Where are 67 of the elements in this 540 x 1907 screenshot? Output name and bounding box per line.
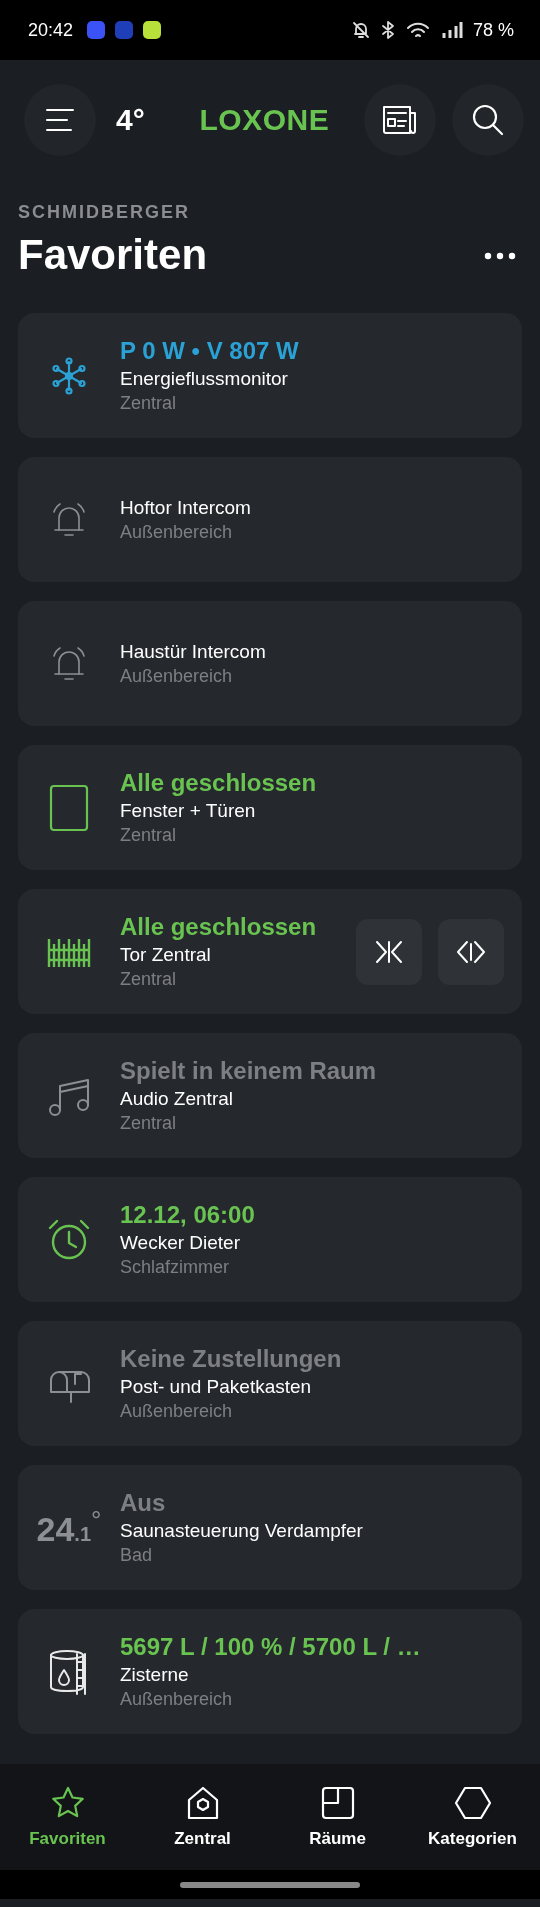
room-name: Zentral	[120, 393, 178, 414]
app-notification-icon	[87, 21, 106, 39]
favorite-card[interactable]: Hoftor Intercom Außenbereich	[18, 457, 522, 582]
open-arrows-icon	[456, 938, 486, 965]
device-name: Energieflussmonitor	[120, 368, 289, 390]
close-arrows-icon	[374, 938, 404, 965]
wifi-icon	[404, 20, 431, 40]
nav-tab[interactable]: Kategorien	[405, 1764, 540, 1870]
more-icon	[484, 251, 516, 260]
newspaper-icon	[382, 105, 418, 135]
favorite-card[interactable]: Haustür Intercom Außenbereich	[18, 601, 522, 726]
room-name: Zentral	[120, 969, 178, 990]
room-name: Schlafzimmer	[120, 1257, 231, 1278]
app-notification-icon	[115, 21, 134, 39]
outdoor-temperature: 4°	[116, 103, 145, 137]
page-title: Favoriten	[18, 231, 208, 279]
device-name: Saunasteuerung Verdampfer	[120, 1520, 364, 1542]
room-name: Zentral	[120, 825, 178, 846]
signal-icon	[440, 20, 463, 40]
device-name: Fenster + Türen	[120, 800, 257, 822]
logo: LOXONE	[198, 103, 331, 137]
favorite-card[interactable]: Alle geschlossen Fenster + Türen Zentral	[18, 745, 522, 870]
status-text: 5697 L / 100 % / 5700 L / …	[120, 1633, 422, 1661]
close-gate-button[interactable]	[356, 918, 422, 985]
app-notification-icon	[143, 21, 162, 39]
nav-tab[interactable]: Räume	[270, 1764, 405, 1870]
nav-tab[interactable]: Favoriten	[0, 1764, 135, 1870]
home-indicator[interactable]	[180, 1881, 360, 1888]
favorite-card[interactable]: Alle geschlossen Tor Zentral Zentral	[18, 889, 522, 1014]
window-icon	[47, 783, 91, 832]
room-name: Außenbereich	[120, 1689, 234, 1710]
status-text: Alle geschlossen	[120, 769, 318, 797]
room-name: Außenbereich	[120, 665, 234, 687]
status-text: Aus	[120, 1489, 167, 1517]
room-name: Außenbereich	[120, 521, 234, 543]
home-name: SCHMIDBERGER	[18, 202, 191, 223]
bluetooth-icon	[380, 20, 395, 40]
search-icon	[471, 103, 505, 137]
open-gate-button[interactable]	[438, 918, 504, 985]
snowflake-icon	[49, 355, 89, 396]
battery-level: 78 %	[472, 19, 514, 41]
favorite-card[interactable]: Keine Zustellungen Post- und Paketkasten Außenbereich	[18, 1321, 522, 1446]
device-name: Tor Zentral	[120, 944, 212, 966]
status-text: Keine Zustellungen	[120, 1345, 343, 1373]
menu-icon	[45, 107, 75, 133]
status-text: Alle geschlossen	[120, 913, 318, 941]
favorite-card[interactable]: 12.12, 06:00 Wecker Dieter Schlafzimmer	[18, 1177, 522, 1302]
status-text: P 0 W • V 807 W	[120, 337, 300, 365]
device-name: Audio Zentral	[120, 1088, 234, 1110]
room-name: Bad	[120, 1545, 154, 1566]
clock: 20:42	[28, 19, 74, 41]
status-text: Spielt in keinem Raum	[120, 1057, 378, 1085]
muted-bell-icon	[350, 20, 371, 40]
device-name: Haustür Intercom	[120, 640, 267, 663]
favorite-card[interactable]: Spielt in keinem Raum Audio Zentral Zentral	[18, 1033, 522, 1158]
hexagon-icon	[454, 1785, 491, 1821]
device-name: Zisterne	[120, 1664, 190, 1686]
device-name: Post- und Paketkasten	[120, 1376, 313, 1398]
room-name: Zentral	[120, 1113, 178, 1134]
device-name: Wecker Dieter	[120, 1232, 241, 1254]
floor-plan-icon	[319, 1785, 356, 1821]
favorite-card[interactable]: P 0 W • V 807 W Energieflussmonitor Zentral	[18, 313, 522, 438]
nav-tab[interactable]: Zentral	[135, 1764, 270, 1870]
device-name: Hoftor Intercom	[120, 496, 252, 519]
favorite-card[interactable]: 5697 L / 100 % / 5700 L / … Zisterne Außenbereich	[18, 1609, 522, 1734]
status-text: 12.12, 06:00	[120, 1201, 256, 1229]
room-name: Außenbereich	[120, 1401, 234, 1422]
